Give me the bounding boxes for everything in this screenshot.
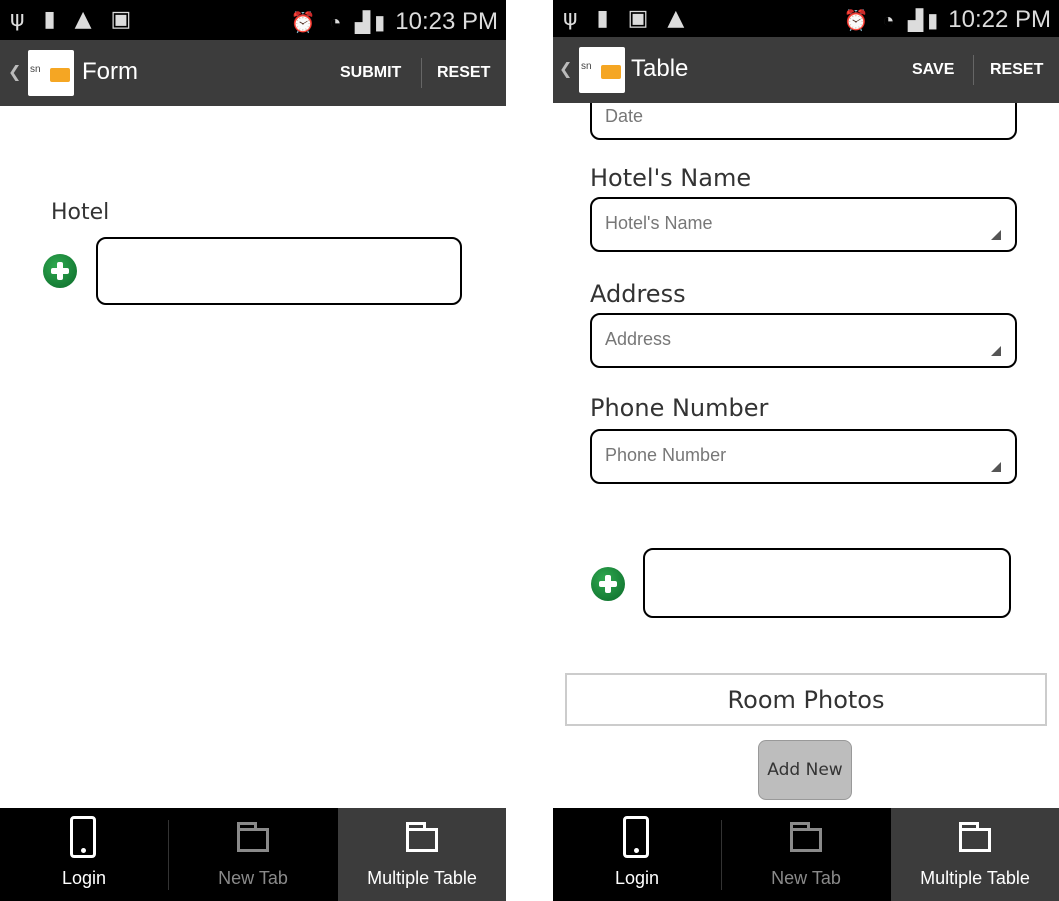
tab-login[interactable]: Login xyxy=(553,808,721,901)
add-item-icon[interactable] xyxy=(591,567,625,601)
resize-handle-icon[interactable] xyxy=(991,462,1001,472)
add-hotel-icon[interactable] xyxy=(43,254,77,288)
logo-mark xyxy=(601,65,621,79)
action-bar: ❮ sn Table SAVE RESET xyxy=(553,37,1059,103)
hotel-name-label: Hotel's Name xyxy=(590,164,752,192)
table-screen: Date Hotel's Name Hotel's Name Address A… xyxy=(553,0,1059,901)
logo-text: sn xyxy=(30,64,41,75)
date-placeholder: Date xyxy=(605,106,644,126)
status-time: 10:22 PM xyxy=(948,6,1051,33)
back-icon[interactable]: ❮ xyxy=(8,62,21,81)
status-bar: ψ ▮ ▲ ▣ ⏰ ◔ ▟▮ 10:23 PM xyxy=(0,0,506,40)
room-photos-button[interactable]: Room Photos xyxy=(565,673,1047,726)
reset-button[interactable]: RESET xyxy=(437,64,490,82)
app-logo[interactable]: sn xyxy=(28,50,74,96)
tab-label: Multiple Table xyxy=(920,868,1030,888)
folder-icon xyxy=(406,822,438,852)
address-field[interactable]: Address xyxy=(590,313,1017,368)
bottom-tab-bar: Login New Tab Multiple Table xyxy=(553,808,1059,901)
tab-new-tab[interactable]: New Tab xyxy=(169,808,337,901)
tab-multiple-table[interactable]: Multiple Table xyxy=(891,808,1059,901)
status-bar: ψ ▮ ▣ ▲ ⏰ ◔ ▟▮ 10:22 PM xyxy=(553,0,1059,37)
reset-button[interactable]: RESET xyxy=(990,61,1043,79)
page-title: Table xyxy=(631,55,689,82)
form-screen: ψ ▮ ▲ ▣ ⏰ ◔ ▟▮ 10:23 PM ❮ sn Form SUBMIT … xyxy=(0,0,506,901)
hotel-input[interactable] xyxy=(96,237,462,305)
save-button[interactable]: SAVE xyxy=(912,61,954,79)
back-icon[interactable]: ❮ xyxy=(559,59,572,78)
address-placeholder: Address xyxy=(605,329,672,349)
logo-mark xyxy=(50,68,70,82)
phone-icon xyxy=(70,816,96,858)
tab-label: Multiple Table xyxy=(367,868,477,888)
add-new-button[interactable]: Add New xyxy=(758,740,852,800)
app-logo[interactable]: sn xyxy=(579,47,625,93)
status-left-icons: ψ ▮ ▲ ▣ xyxy=(10,7,138,32)
new-item-input[interactable] xyxy=(643,548,1011,618)
resize-handle-icon[interactable] xyxy=(991,346,1001,356)
hotel-name-field[interactable]: Hotel's Name xyxy=(590,197,1017,252)
phone-number-field[interactable]: Phone Number xyxy=(590,429,1017,484)
action-divider xyxy=(421,58,422,88)
logo-text: sn xyxy=(581,61,592,72)
status-right: ⏰ ◔ ▟▮ 10:23 PM xyxy=(291,8,498,36)
status-right-icons: ⏰ ◔ ▟▮ xyxy=(843,10,943,32)
folder-icon xyxy=(237,822,269,852)
tab-new-tab[interactable]: New Tab xyxy=(722,808,890,901)
phone-icon xyxy=(623,816,649,858)
tab-label: New Tab xyxy=(218,868,288,888)
tab-label: New Tab xyxy=(771,868,841,888)
phone-number-label: Phone Number xyxy=(590,394,769,422)
bottom-tab-bar: Login New Tab Multiple Table xyxy=(0,808,506,901)
status-right-icons: ⏰ ◔ ▟▮ xyxy=(290,12,390,34)
phone-number-placeholder: Phone Number xyxy=(605,445,727,465)
tab-multiple-table[interactable]: Multiple Table xyxy=(338,808,506,901)
action-divider xyxy=(973,55,974,85)
hotel-name-placeholder: Hotel's Name xyxy=(605,213,713,233)
tab-label: Login xyxy=(61,868,107,888)
action-bar: ❮ sn Form SUBMIT RESET xyxy=(0,40,506,106)
status-time: 10:23 PM xyxy=(395,8,498,35)
submit-button[interactable]: SUBMIT xyxy=(340,64,401,82)
tab-login[interactable]: Login xyxy=(0,808,168,901)
resize-handle-icon[interactable] xyxy=(991,230,1001,240)
page-title: Form xyxy=(82,58,138,85)
status-right: ⏰ ◔ ▟▮ 10:22 PM xyxy=(844,6,1051,34)
folder-icon xyxy=(790,822,822,852)
status-left-icons: ψ ▮ ▣ ▲ xyxy=(563,6,691,31)
address-label: Address xyxy=(590,280,686,308)
tab-label: Login xyxy=(614,868,660,888)
hotel-label: Hotel xyxy=(51,200,110,225)
folder-icon xyxy=(959,822,991,852)
